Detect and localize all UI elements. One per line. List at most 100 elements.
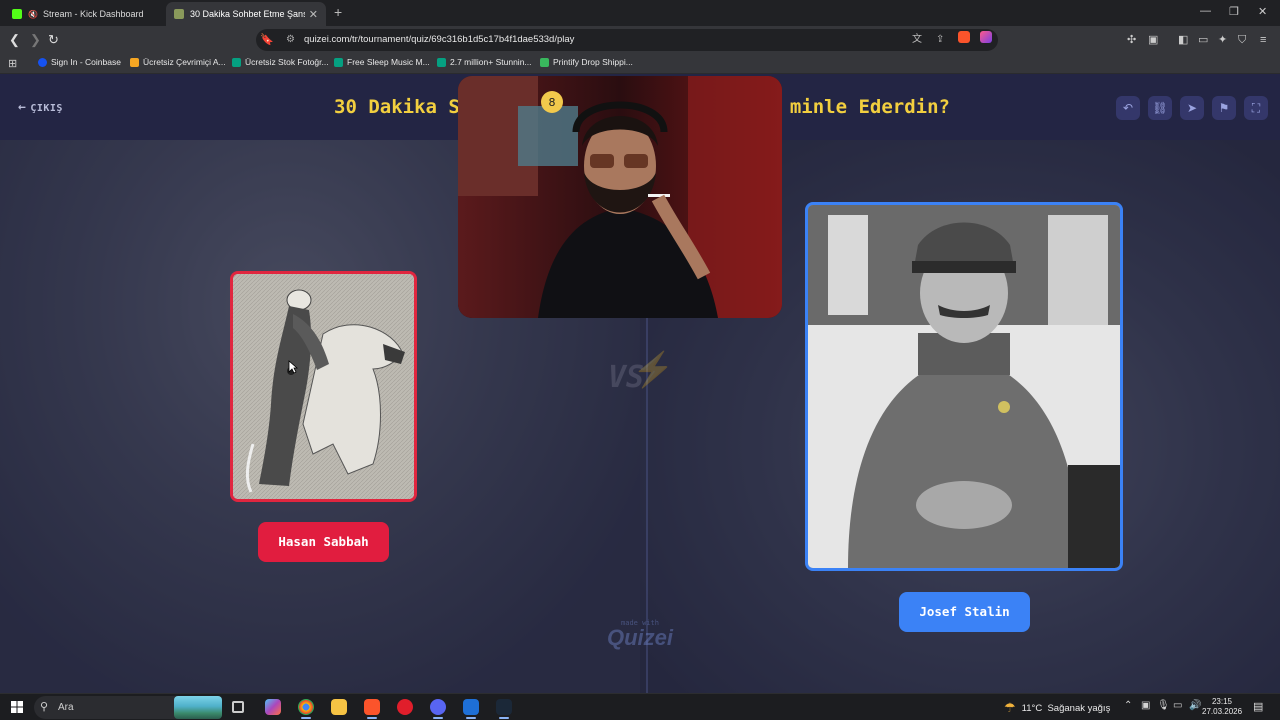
- pexels-icon: [437, 57, 446, 67]
- tab-title: Stream - Kick Dashboard: [42, 9, 144, 19]
- volume-icon[interactable]: 🔊: [1189, 700, 1201, 711]
- choice-card-right[interactable]: [805, 202, 1123, 571]
- bookmark-label: Ücretsiz Çevrimiçi A...: [143, 57, 226, 67]
- chevron-up-icon[interactable]: ⌃: [1124, 700, 1132, 711]
- app-window-icon[interactable]: [463, 699, 479, 719]
- forward-icon[interactable]: ❯: [30, 32, 41, 48]
- weather-widget[interactable]: ☂ 11°C Sağanak yağış: [1004, 700, 1110, 716]
- muted-speaker-icon[interactable]: 🔇: [28, 10, 38, 19]
- bookmark-stunning[interactable]: 2.7 million+ Stunnin...: [437, 57, 532, 67]
- undo-icon[interactable]: ↶: [1116, 96, 1140, 120]
- quiz-title-start: 30 Dakika S: [334, 96, 460, 118]
- brave-browser-icon[interactable]: [364, 699, 380, 719]
- josef-stalin-portrait: [808, 205, 1120, 568]
- flag-icon[interactable]: ⚑: [1212, 96, 1236, 120]
- exit-button[interactable]: ← ÇIKIŞ: [18, 100, 63, 115]
- reload-icon[interactable]: ↻: [48, 32, 59, 48]
- weather-condition: Sağanak yağış: [1047, 702, 1111, 714]
- quiz-title-end: minle Ederdin?: [789, 96, 950, 118]
- bookmark-label: Free Sleep Music M...: [347, 57, 430, 67]
- tab-title: 30 Dakika Sohbet Etme Şansın O: [190, 9, 305, 19]
- close-window-icon[interactable]: ✕: [1258, 5, 1267, 18]
- taskbar-search[interactable]: ⚲ Ara: [34, 696, 222, 719]
- chrome-icon[interactable]: [298, 699, 314, 719]
- bookmark-sleep-music[interactable]: Free Sleep Music M...: [334, 57, 430, 67]
- minimize-icon[interactable]: —: [1200, 5, 1211, 17]
- new-tab-plus-icon[interactable]: +: [334, 4, 342, 20]
- system-clock[interactable]: 23:15 27.03.2026: [1202, 697, 1242, 717]
- notifications-icon[interactable]: ▤: [1253, 700, 1263, 713]
- kick-favicon-icon: [12, 9, 22, 19]
- quiz-page: ← ÇIKIŞ 30 Dakika S minle Ederdin? ↶ ⛓ ➤ ⚑…: [0, 74, 1280, 693]
- bookmark-label: Printify Drop Shippi...: [553, 57, 633, 67]
- arrow-left-icon: ←: [18, 100, 27, 115]
- close-tab-icon[interactable]: ✕: [309, 8, 318, 21]
- app-tray-icon[interactable]: ▣: [1141, 700, 1150, 711]
- search-icon: ⚲: [40, 701, 49, 713]
- windows-start-icon[interactable]: [11, 701, 23, 713]
- bookmark-label: 2.7 million+ Stunnin...: [450, 57, 532, 67]
- share-icon[interactable]: ⇪: [936, 29, 944, 51]
- bookmark-label: Ücretsiz Stok Fotoğr...: [245, 57, 329, 67]
- media-player-icon[interactable]: [397, 699, 413, 715]
- pexels-icon: [334, 57, 343, 67]
- tab-kick-dashboard[interactable]: 🔇 Stream - Kick Dashboard: [4, 2, 164, 26]
- menu-icon[interactable]: ≡: [1260, 33, 1266, 47]
- quiz-favicon-icon: [174, 9, 184, 19]
- wallet-icon[interactable]: ▭: [1198, 33, 1208, 47]
- bookmark-coinbase[interactable]: Sign In - Coinbase: [38, 57, 121, 67]
- bookmark-label: Sign In - Coinbase: [51, 57, 121, 67]
- translate-icon[interactable]: 文: [912, 29, 922, 51]
- network-icon[interactable]: ▭: [1173, 700, 1182, 711]
- exit-label: ÇIKIŞ: [30, 103, 63, 114]
- tab-quiz[interactable]: 30 Dakika Sohbet Etme Şansın O ✕: [166, 2, 326, 26]
- apps-grid-icon[interactable]: ⊞: [8, 58, 17, 70]
- steam-icon[interactable]: [496, 699, 512, 719]
- back-icon[interactable]: ❮: [9, 32, 20, 48]
- quizei-watermark: made with Quizei: [598, 619, 682, 649]
- hasan-sabbah-portrait: [233, 274, 414, 499]
- rain-cloud-icon: ☂: [1004, 700, 1016, 715]
- choice-card-left[interactable]: [230, 271, 417, 502]
- url-text: quizei.com/tr/tournament/quiz/69c316b1d5…: [304, 34, 575, 45]
- windows-taskbar: ⚲ Ara ☂ 11°C Sağanak yağış ⌃ ▣ 🎙 ▭ 🔊 23:…: [0, 693, 1280, 720]
- file-explorer-icon[interactable]: [331, 699, 347, 715]
- pexels-icon: [232, 57, 241, 67]
- vpn-shield-icon[interactable]: ⛉: [1238, 33, 1246, 47]
- bookmark-ucretsiz-cevrimici[interactable]: Ücretsiz Çevrimiçi A...: [130, 57, 226, 67]
- clock-date: 27.03.2026: [1202, 707, 1243, 716]
- send-icon[interactable]: ➤: [1180, 96, 1204, 120]
- vs-label: VS: [608, 360, 645, 395]
- folder-icon: [130, 57, 139, 67]
- microphone-icon[interactable]: 🎙: [1157, 700, 1170, 711]
- link-icon[interactable]: ⛓: [1148, 96, 1172, 120]
- fullscreen-icon[interactable]: ⛶: [1244, 96, 1268, 120]
- discord-icon[interactable]: [430, 699, 446, 719]
- clock-time: 23:15: [1211, 697, 1233, 706]
- svg-text:8: 8: [549, 96, 556, 109]
- bookmark-icon[interactable]: 🔖: [260, 29, 274, 51]
- search-placeholder: Ara: [58, 702, 74, 713]
- coinbase-icon: [38, 57, 47, 67]
- bookmark-printify[interactable]: Printify Drop Shippi...: [540, 57, 633, 67]
- tab-strip: 🔇 Stream - Kick Dashboard 30 Dakika Sohb…: [0, 0, 1280, 26]
- choice-button-right[interactable]: Josef Stalin: [899, 592, 1030, 632]
- media-icon[interactable]: ▣: [1148, 33, 1158, 47]
- bookmarks-bar: ⊞ Sign In - Coinbase Ücretsiz Çevrimiçi …: [0, 54, 1280, 74]
- webcam-overlay: 8: [458, 76, 782, 318]
- choice-button-left[interactable]: Hasan Sabbah: [258, 522, 389, 562]
- brave-shields-icon[interactable]: [958, 31, 970, 43]
- bookmark-stok-fotograf[interactable]: Ücretsiz Stok Fotoğr...: [232, 57, 329, 67]
- extensions-icon[interactable]: ✣: [1127, 33, 1136, 47]
- address-bar[interactable]: 🔖 ⚙ quizei.com/tr/tournament/quiz/69c316…: [256, 29, 998, 51]
- site-settings-icon[interactable]: ⚙: [286, 29, 295, 51]
- leo-ai-icon[interactable]: ✦: [1218, 33, 1227, 47]
- brave-rewards-icon[interactable]: [980, 31, 992, 43]
- navigation-bar: ❮ ❯ ↻ 🔖 ⚙ quizei.com/tr/tournament/quiz/…: [0, 26, 1280, 54]
- printify-icon: [540, 57, 549, 67]
- task-view-icon[interactable]: [232, 701, 244, 713]
- streamer-webcam-image: 8: [458, 76, 782, 318]
- copilot-icon[interactable]: [265, 699, 281, 715]
- sidebar-icon[interactable]: ◧: [1178, 33, 1188, 47]
- restore-icon[interactable]: ❐: [1229, 5, 1239, 18]
